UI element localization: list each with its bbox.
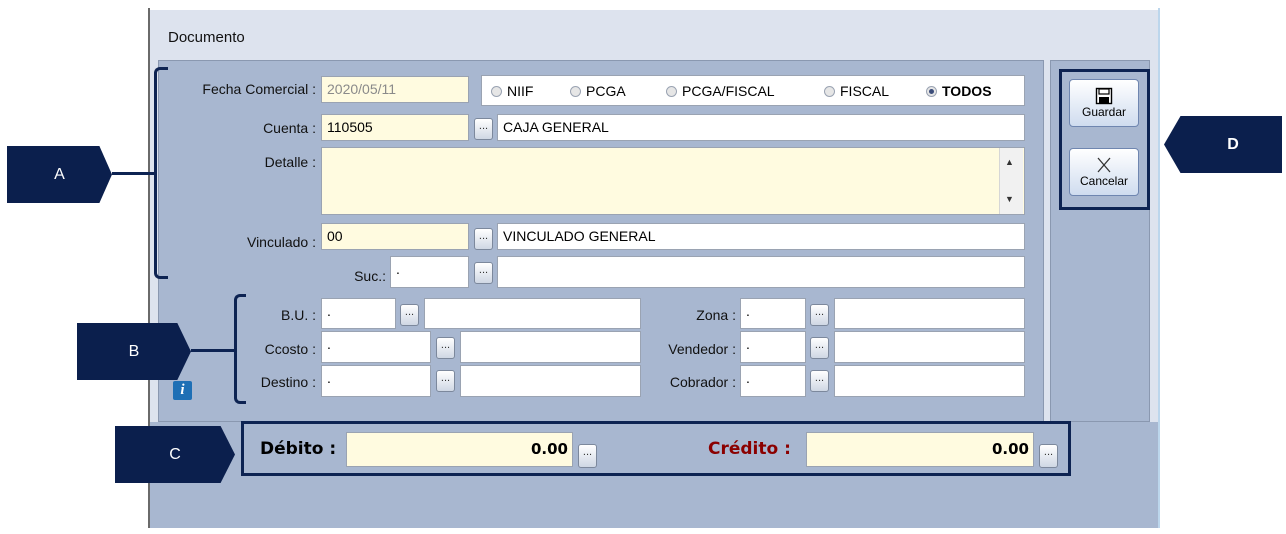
destino-name-field[interactable] <box>460 365 641 397</box>
detalle-textarea[interactable] <box>321 147 1025 215</box>
cancelar-label: Cancelar <box>1079 174 1129 188</box>
ccosto-label: Ccosto : <box>264 341 316 357</box>
vinculado-label: Vinculado : <box>246 234 316 250</box>
cuenta-lookup-button[interactable]: ... <box>474 118 493 140</box>
scroll-up-icon[interactable]: ▲ <box>1005 157 1014 167</box>
debito-label: Débito : <box>260 439 337 459</box>
radio-dot-icon <box>491 85 502 97</box>
cuenta-code-field[interactable]: 110505 <box>321 114 469 141</box>
destino-label: Destino : <box>260 374 316 390</box>
radio-pcga[interactable]: PCGA <box>570 83 626 99</box>
save-disk-icon <box>1095 87 1113 105</box>
radio-pcga-fiscal[interactable]: PCGA/FISCAL <box>666 83 775 99</box>
destino-field[interactable]: . <box>321 365 431 397</box>
cuenta-label: Cuenta : <box>263 120 316 136</box>
fecha-field[interactable]: 2020/05/11 <box>321 76 469 103</box>
vendedor-name-field[interactable] <box>834 331 1025 363</box>
debito-field[interactable]: 0.00 <box>346 432 573 467</box>
zona-lookup-button[interactable]: ... <box>810 304 829 326</box>
suc-name-field[interactable] <box>497 256 1025 288</box>
callout-a: A <box>7 146 112 203</box>
guardar-label: Guardar <box>1081 105 1127 119</box>
suc-field[interactable]: . <box>390 256 469 288</box>
zona-name-field[interactable] <box>834 298 1025 329</box>
bu-field[interactable]: . <box>321 298 396 329</box>
zona-label: Zona : <box>696 307 736 323</box>
callout-c: C <box>115 426 235 483</box>
callout-b: B <box>77 323 191 380</box>
radio-dot-icon <box>926 85 937 97</box>
cobrador-lookup-button[interactable]: ... <box>810 370 829 392</box>
callout-d-label: D <box>1227 135 1239 153</box>
vinculado-code-field[interactable]: 00 <box>321 223 469 250</box>
radio-todos[interactable]: TODOS <box>926 83 992 99</box>
debito-lookup-button[interactable]: ... <box>578 444 597 468</box>
credito-lookup-button[interactable]: ... <box>1039 444 1058 468</box>
callout-d: D <box>1164 116 1282 173</box>
detalle-scrollbar[interactable]: ▲ ▼ <box>999 148 1023 214</box>
suc-lookup-button[interactable]: ... <box>474 262 493 284</box>
bracket-a <box>154 67 168 279</box>
cancelar-button[interactable]: Cancelar <box>1069 148 1139 196</box>
destino-lookup-button[interactable]: ... <box>436 370 455 392</box>
guardar-button[interactable]: Guardar <box>1069 79 1139 127</box>
vinculado-name-field[interactable]: VINCULADO GENERAL <box>497 223 1025 250</box>
bracket-a-stem <box>112 172 156 175</box>
ccosto-name-field[interactable] <box>460 331 641 363</box>
scroll-down-icon[interactable]: ▼ <box>1005 194 1014 204</box>
ccosto-field[interactable]: . <box>321 331 431 363</box>
cancel-scissors-icon <box>1097 157 1111 173</box>
cobrador-field[interactable]: . <box>740 365 806 397</box>
cuenta-name-field[interactable]: CAJA GENERAL <box>497 114 1025 141</box>
credito-label: Crédito : <box>708 439 791 459</box>
radio-niif[interactable]: NIIF <box>491 83 533 99</box>
window-right-border <box>1158 8 1160 528</box>
window-title: Documento <box>168 29 245 46</box>
radio-dot-icon <box>570 85 581 97</box>
ccosto-lookup-button[interactable]: ... <box>436 337 455 359</box>
zona-field[interactable]: . <box>740 298 806 329</box>
suc-label: Suc.: <box>354 268 386 284</box>
detalle-label: Detalle : <box>264 154 316 170</box>
cobrador-name-field[interactable] <box>834 365 1025 397</box>
cobrador-label: Cobrador : <box>669 374 736 390</box>
credito-field[interactable]: 0.00 <box>806 432 1034 467</box>
bu-name-field[interactable] <box>424 298 641 329</box>
info-icon[interactable]: i <box>173 381 192 400</box>
vendedor-field[interactable]: . <box>740 331 806 363</box>
bu-label: B.U. : <box>280 307 316 323</box>
vinculado-lookup-button[interactable]: ... <box>474 228 493 250</box>
bu-lookup-button[interactable]: ... <box>400 304 419 326</box>
radio-dot-icon <box>824 85 835 97</box>
fecha-label: Fecha Comercial : <box>202 81 316 97</box>
vendedor-label: Vendedor : <box>668 341 736 357</box>
bracket-b-stem <box>191 349 236 352</box>
radio-dot-icon <box>666 85 677 97</box>
vendedor-lookup-button[interactable]: ... <box>810 337 829 359</box>
radio-fiscal[interactable]: FISCAL <box>824 83 889 99</box>
